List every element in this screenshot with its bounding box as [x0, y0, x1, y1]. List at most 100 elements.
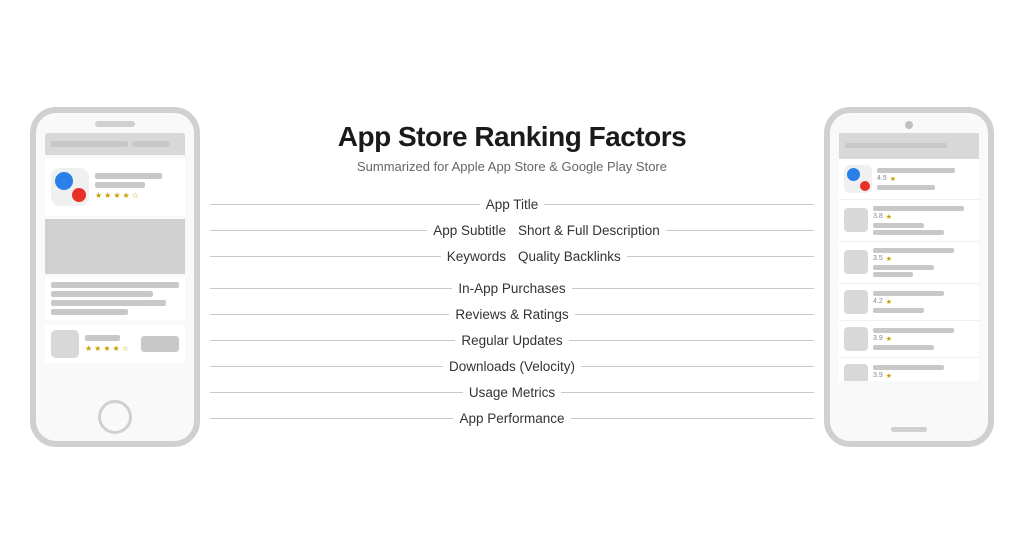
- line-app-title-left: [210, 204, 480, 205]
- abar-4a: [873, 291, 944, 296]
- bstar-4: ★: [113, 344, 120, 353]
- athumb-2: [844, 208, 868, 232]
- factor-row-perf: App Performance: [210, 406, 814, 432]
- arating-2: 3.8 ★: [873, 213, 974, 221]
- arating-5: 3.9 ★: [873, 335, 974, 343]
- ios-thumb: [51, 330, 79, 358]
- star-5: ☆: [132, 191, 139, 200]
- factor-label-updates: Regular Updates: [455, 333, 568, 348]
- bstar-2: ★: [94, 344, 101, 353]
- ainfo-3: 3.5 ★: [873, 248, 974, 277]
- line-perf-left: [210, 418, 453, 419]
- ainfo-2: 3.8 ★: [873, 206, 974, 235]
- ios-section: [45, 277, 185, 320]
- abar-4b: [873, 308, 924, 313]
- ios-banner: [45, 219, 185, 274]
- info-bar-1: [95, 173, 162, 179]
- abar-6a: [873, 365, 944, 370]
- factor-row-usage: Usage Metrics: [210, 380, 814, 406]
- factor-label-app-title: App Title: [480, 197, 545, 212]
- abar-1b: [877, 185, 935, 190]
- arating-1: 4.5 ★: [877, 175, 974, 183]
- athumb-5: [844, 327, 868, 351]
- factor-label-reviews: Reviews & Ratings: [449, 307, 574, 322]
- abar-3a: [873, 248, 954, 253]
- page-subtitle: Summarized for Apple App Store & Google …: [357, 159, 667, 174]
- factor-row-updates: Regular Updates: [210, 328, 814, 354]
- sec-bar-4: [51, 309, 128, 315]
- athumb-3: [844, 250, 868, 274]
- line-upd-left: [210, 340, 455, 341]
- sec-bar-2: [51, 291, 153, 297]
- line-app-title-right: [544, 204, 814, 205]
- factor-row-iap: In-App Purchases: [210, 276, 814, 302]
- line-subtitle: [210, 230, 427, 231]
- info-bar-2: [95, 182, 145, 188]
- bstar-1: ★: [85, 344, 92, 353]
- abar-2c: [873, 230, 944, 235]
- factor-label-subtitle: App Subtitle: [427, 223, 512, 238]
- android-row-2: 3.8 ★: [839, 200, 979, 242]
- abar-2a: [873, 206, 964, 211]
- line-use-right: [561, 392, 814, 393]
- factor-label-backlinks: Quality Backlinks: [512, 249, 627, 264]
- ios-app-icon: [51, 168, 89, 206]
- half-subtitle: App Subtitle: [210, 223, 512, 238]
- abar-5b: [873, 345, 934, 350]
- android-row-6: 3.9 ★: [839, 358, 979, 381]
- ios-app-row: ★ ★ ★ ★ ☆: [45, 158, 185, 216]
- ainfo-6: 3.9 ★: [873, 365, 974, 381]
- factor-label-keywords: Keywords: [441, 249, 512, 264]
- ast-1: ★: [890, 175, 896, 183]
- factor-row-app-title: App Title: [210, 192, 814, 218]
- center-content: App Store Ranking Factors Summarized for…: [200, 121, 824, 431]
- bstar-3: ★: [103, 344, 110, 353]
- bstar-5: ☆: [122, 344, 129, 353]
- ainfo-1: 4.5 ★: [877, 168, 974, 190]
- abubble-blue-1: [847, 168, 860, 181]
- abar-1a: [877, 168, 955, 173]
- half-keywords: Keywords: [210, 249, 512, 264]
- athumb-4: [844, 290, 868, 314]
- line-dl-right: [581, 366, 814, 367]
- ios-bottom-info: ★ ★ ★ ★ ☆: [85, 335, 135, 353]
- ios-app-info: ★ ★ ★ ★ ☆: [95, 173, 179, 200]
- stars-row: ★ ★ ★ ★ ☆: [95, 191, 179, 200]
- bot-stars: ★ ★ ★ ★ ☆: [85, 344, 135, 353]
- android-screen: 4.5 ★ 3.8 ★: [839, 133, 979, 381]
- ast-6: ★: [886, 372, 892, 380]
- factor-row-kw-backlinks: Keywords Quality Backlinks: [210, 244, 814, 270]
- factor-label-downloads: Downloads (Velocity): [443, 359, 581, 374]
- ast-3: ★: [886, 255, 892, 263]
- sec-bar-1: [51, 282, 179, 288]
- android-row-4: 4.2 ★: [839, 284, 979, 321]
- athumb-6: [844, 364, 868, 381]
- line-iap-left: [210, 288, 452, 289]
- half-backlinks: Quality Backlinks: [512, 249, 814, 264]
- factor-row-downloads: Downloads (Velocity): [210, 354, 814, 380]
- line-rev-right: [575, 314, 814, 315]
- line-perf-right: [571, 418, 814, 419]
- line-backlinks: [627, 256, 814, 257]
- factor-label-desc: Short & Full Description: [512, 223, 666, 238]
- ios-top-bar: [45, 133, 185, 155]
- abar-2b: [873, 223, 924, 228]
- page-title: App Store Ranking Factors: [338, 121, 686, 153]
- iphone-screen: ★ ★ ★ ★ ☆: [45, 133, 185, 383]
- ast-5: ★: [886, 335, 892, 343]
- bot-bar-1: [85, 335, 120, 341]
- bubble-blue: [55, 172, 73, 190]
- star-3: ★: [113, 191, 120, 200]
- android-row-1: 4.5 ★: [839, 159, 979, 200]
- android-mockup: 4.5 ★ 3.8 ★: [824, 107, 994, 447]
- abubble-red-1: [860, 181, 870, 191]
- star-2: ★: [104, 191, 111, 200]
- page-container: ★ ★ ★ ★ ☆: [0, 0, 1024, 553]
- line-dl-left: [210, 366, 443, 367]
- star-1: ★: [95, 191, 102, 200]
- ios-bar-1: [51, 141, 128, 147]
- factor-label-usage: Usage Metrics: [463, 385, 561, 400]
- factor-row-subtitle-desc: App Subtitle Short & Full Description: [210, 218, 814, 244]
- bubble-red: [72, 188, 86, 202]
- half-desc: Short & Full Description: [512, 223, 814, 238]
